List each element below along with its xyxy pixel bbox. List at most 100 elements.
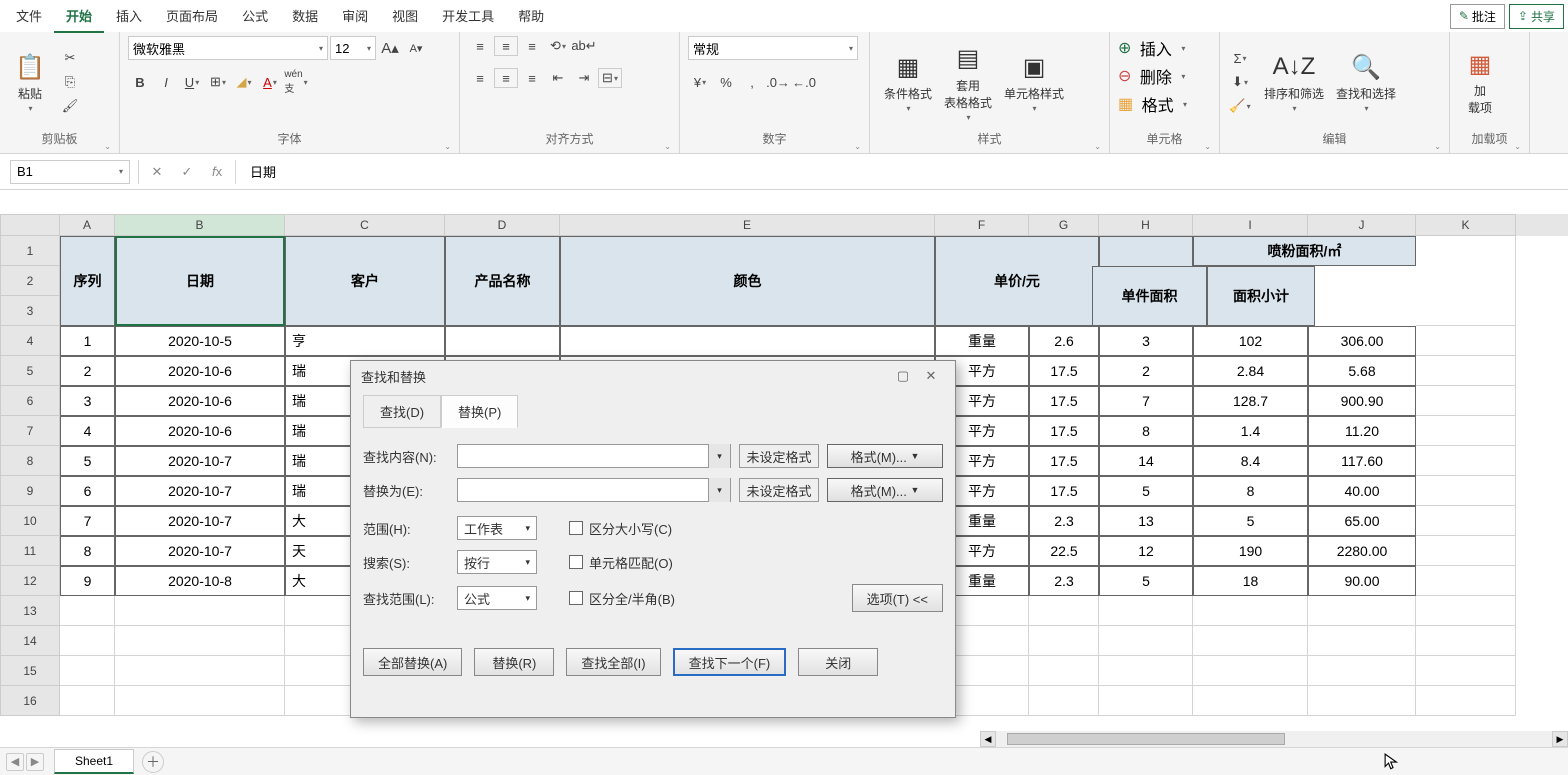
dialog-close-icon[interactable]: ✕: [917, 365, 945, 387]
cell[interactable]: [1029, 656, 1099, 686]
rowhdr[interactable]: 11: [0, 536, 60, 566]
cell[interactable]: 8.4: [1193, 446, 1308, 476]
tab-next-icon[interactable]: ▶: [26, 753, 44, 771]
cell[interactable]: 17.5: [1029, 446, 1099, 476]
orientation-icon[interactable]: ⟲▾: [546, 36, 570, 56]
cell[interactable]: 8: [60, 536, 115, 566]
menu-help[interactable]: 帮助: [506, 0, 556, 33]
cell[interactable]: 17.5: [1029, 476, 1099, 506]
dialog-tab-find[interactable]: 查找(D): [363, 395, 441, 428]
rowhdr[interactable]: 12: [0, 566, 60, 596]
number-format-select[interactable]: 常规▾: [688, 36, 858, 60]
cell[interactable]: 8: [1193, 476, 1308, 506]
menu-home[interactable]: 开始: [54, 0, 104, 33]
fx-icon[interactable]: fx: [203, 161, 231, 183]
cell[interactable]: [1029, 686, 1099, 716]
font-color-button[interactable]: A▾: [258, 72, 282, 92]
cell[interactable]: 1.4: [1193, 416, 1308, 446]
cell[interactable]: 2.6: [1029, 326, 1099, 356]
cell[interactable]: [1193, 686, 1308, 716]
cell[interactable]: [1416, 356, 1516, 386]
menu-data[interactable]: 数据: [280, 0, 330, 33]
find-next-button[interactable]: 查找下一个(F): [673, 648, 787, 676]
cell[interactable]: 2.84: [1193, 356, 1308, 386]
cell[interactable]: [1193, 656, 1308, 686]
cell[interactable]: 3: [60, 386, 115, 416]
replace-all-button[interactable]: 全部替换(A): [363, 648, 462, 676]
find-all-button[interactable]: 查找全部(I): [566, 648, 660, 676]
cells-delete-button[interactable]: ⊖ 删除 ▾: [1118, 64, 1185, 88]
cell[interactable]: 5: [1193, 506, 1308, 536]
cell[interactable]: 90.00: [1308, 566, 1416, 596]
underline-button[interactable]: U▾: [180, 72, 204, 92]
select-all-corner[interactable]: [0, 214, 60, 236]
menu-layout[interactable]: 页面布局: [154, 0, 230, 33]
menu-formula[interactable]: 公式: [230, 0, 280, 33]
cell[interactable]: [115, 596, 285, 626]
cell[interactable]: [1308, 626, 1416, 656]
sheet-tab-1[interactable]: Sheet1: [54, 749, 134, 774]
cell[interactable]: 102: [1193, 326, 1308, 356]
font-grow-icon[interactable]: A▴: [378, 38, 402, 58]
phonetic-button[interactable]: wén支▾: [284, 72, 308, 92]
cell[interactable]: [1416, 446, 1516, 476]
match-width-checkbox[interactable]: 区分全/半角(B): [569, 589, 675, 608]
rowhdr[interactable]: 15: [0, 656, 60, 686]
share-button[interactable]: ⇪共享: [1509, 4, 1564, 29]
match-case-checkbox[interactable]: 区分大小写(C): [569, 519, 672, 538]
cell[interactable]: [60, 686, 115, 716]
cell[interactable]: 5: [1099, 476, 1193, 506]
cells-format-button[interactable]: ▦ 格式 ▾: [1118, 92, 1187, 116]
rowhdr-2[interactable]: 2: [0, 266, 60, 296]
cell[interactable]: 9: [60, 566, 115, 596]
colhdr-G[interactable]: G: [1029, 214, 1099, 236]
fill-icon[interactable]: ⬇▾: [1228, 72, 1252, 92]
cell[interactable]: 2020-10-7: [115, 536, 285, 566]
fill-color-button[interactable]: ◢▾: [232, 72, 256, 92]
rowhdr-1[interactable]: 1: [0, 236, 60, 266]
cell[interactable]: [1308, 596, 1416, 626]
menu-dev[interactable]: 开发工具: [430, 0, 506, 33]
colhdr-C[interactable]: C: [285, 214, 445, 236]
cell[interactable]: 306.00: [1308, 326, 1416, 356]
cell[interactable]: 14: [1099, 446, 1193, 476]
colhdr-E[interactable]: E: [560, 214, 935, 236]
cell[interactable]: [1029, 626, 1099, 656]
cell[interactable]: 65.00: [1308, 506, 1416, 536]
cell[interactable]: 18: [1193, 566, 1308, 596]
percent-icon[interactable]: %: [714, 72, 738, 92]
replace-format-button[interactable]: 格式(M)... ▼: [827, 478, 943, 502]
merge-button[interactable]: ⊟▾: [598, 68, 622, 88]
cell[interactable]: [1193, 626, 1308, 656]
cell[interactable]: 8: [1099, 416, 1193, 446]
cell[interactable]: [115, 626, 285, 656]
font-name-select[interactable]: 微软雅黑▾: [128, 36, 328, 60]
lookin-select[interactable]: 公式▾: [457, 586, 537, 610]
cell[interactable]: [60, 656, 115, 686]
indent-increase-icon[interactable]: ⇥: [572, 68, 596, 88]
colhdr-B[interactable]: B: [115, 214, 285, 236]
bold-button[interactable]: B: [128, 72, 152, 92]
comment-button[interactable]: ✎批注: [1450, 4, 1505, 29]
scroll-thumb[interactable]: [1007, 733, 1285, 745]
add-sheet-button[interactable]: ＋: [142, 751, 164, 773]
cell[interactable]: [1099, 686, 1193, 716]
dialog-maximize-icon[interactable]: ▢: [889, 365, 917, 387]
find-format-button[interactable]: 格式(M)... ▼: [827, 444, 943, 468]
cell-style-button[interactable]: ▣单元格样式▾: [998, 49, 1070, 115]
cell[interactable]: 40.00: [1308, 476, 1416, 506]
cell[interactable]: 2020-10-7: [115, 506, 285, 536]
cell[interactable]: 17.5: [1029, 386, 1099, 416]
cell[interactable]: 2020-10-6: [115, 416, 285, 446]
cell[interactable]: [1416, 566, 1516, 596]
rowhdr[interactable]: 10: [0, 506, 60, 536]
cell[interactable]: 900.90: [1308, 386, 1416, 416]
cell[interactable]: 2020-10-8: [115, 566, 285, 596]
cell[interactable]: 128.7: [1193, 386, 1308, 416]
inc-decimal-icon[interactable]: .0→: [766, 72, 790, 92]
cell[interactable]: [1416, 386, 1516, 416]
cell[interactable]: 2020-10-7: [115, 476, 285, 506]
cell[interactable]: [1193, 596, 1308, 626]
wrap-text-icon[interactable]: ab↵: [572, 36, 596, 56]
font-size-select[interactable]: 12▾: [330, 36, 376, 60]
